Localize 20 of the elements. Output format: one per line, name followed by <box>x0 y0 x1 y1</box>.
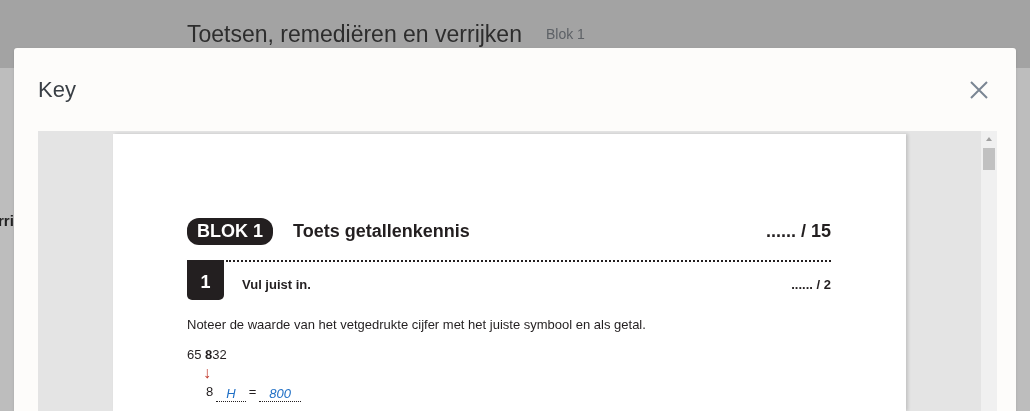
total-score: ...... / 15 <box>765 220 831 243</box>
dialog-title: Key <box>38 76 76 104</box>
filled-answer: 800 <box>259 386 301 402</box>
block-badge: BLOK 1 <box>187 218 273 245</box>
scroll-thumb[interactable] <box>983 148 995 170</box>
filled-answer: H <box>216 386 246 402</box>
exercise-number: 1 <box>187 260 224 300</box>
answer-text: = <box>248 383 257 401</box>
test-title: Toets getallenkennis <box>293 220 470 243</box>
close-icon[interactable] <box>969 79 989 100</box>
exercise-text: Noteer de waarde van het vetgedrukte cijfer met het juiste symbool en als getal. <box>187 316 647 334</box>
exercise-score: ...... / 2 <box>791 275 831 294</box>
scroll-up-icon[interactable] <box>986 137 992 141</box>
answer-text: 8 <box>206 383 214 401</box>
exercise-instruction: Vul juist in. <box>242 275 311 294</box>
scrollbar[interactable] <box>981 131 997 411</box>
arrow-down: ↓ <box>203 364 211 382</box>
given-number: 65 832 <box>187 345 227 364</box>
page-title: Toetsen, remediëren en verrijken <box>187 19 522 49</box>
block-label: Blok 1 <box>545 24 585 44</box>
